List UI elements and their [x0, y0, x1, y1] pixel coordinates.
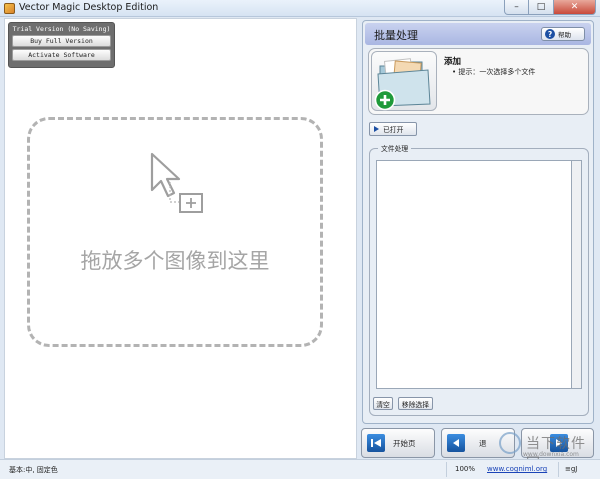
back-label: 退 — [479, 438, 487, 448]
remove-selected-button[interactable]: 移除选择 — [398, 397, 433, 410]
clear-button[interactable]: 清空 — [373, 397, 393, 410]
status-mode: 基本:中, 固定色 — [9, 466, 58, 474]
opened-button[interactable]: 已打开 — [369, 122, 417, 136]
file-list[interactable] — [376, 160, 572, 389]
watermark-url: www.downxia.com — [523, 451, 579, 458]
batch-panel: 批量处理 ? 帮助 添加 • 提示：一次选择多个文件 已打开 文件处理 清空 移 — [362, 20, 594, 424]
status-separator — [558, 462, 559, 477]
image-canvas[interactable]: Trial Version (No Saving) Buy Full Versi… — [4, 18, 357, 459]
cursor-with-plus-icon — [150, 152, 203, 213]
start-page-button[interactable]: 开始页 — [361, 428, 435, 458]
folder-add-icon — [374, 58, 431, 111]
drop-zone[interactable]: 拖放多个图像到这里 — [27, 117, 323, 347]
status-grip: ≡gJ — [565, 465, 578, 473]
minimize-button[interactable]: – — [504, 0, 529, 15]
start-page-label: 开始页 — [393, 438, 416, 448]
play-triangle-icon — [374, 126, 379, 132]
app-icon — [4, 3, 15, 14]
status-website-link[interactable]: www.cogniml.org — [487, 465, 547, 473]
drop-zone-text: 拖放多个图像到这里 — [80, 249, 270, 273]
trial-version-label: Trial Version (No Saving) — [12, 25, 111, 33]
file-list-scrollbar[interactable] — [572, 160, 582, 389]
activate-software-button[interactable]: Activate Software — [12, 49, 111, 61]
file-processing-legend: 文件处理 — [378, 143, 412, 153]
buy-full-version-button[interactable]: Buy Full Version — [12, 35, 111, 47]
add-hint-text: 提示：一次选择多个文件 — [458, 68, 536, 76]
help-icon: ? — [545, 29, 555, 39]
panel-title: 批量处理 — [374, 29, 418, 42]
first-page-icon — [367, 434, 385, 452]
watermark-logo — [499, 432, 521, 454]
add-hint: • 提示：一次选择多个文件 — [452, 68, 536, 76]
status-separator — [446, 462, 447, 477]
help-button[interactable]: ? 帮助 — [541, 27, 585, 41]
trial-panel: Trial Version (No Saving) Buy Full Versi… — [8, 22, 115, 68]
status-zoom: 100% — [455, 465, 476, 473]
help-label: 帮助 — [558, 31, 571, 39]
maximize-button[interactable]: □ — [529, 0, 554, 15]
opened-label: 已打开 — [383, 126, 404, 134]
back-arrow-icon — [447, 434, 465, 452]
add-title: 添加 — [444, 57, 462, 67]
title-bar: Vector Magic Desktop Edition – □ ✕ — [0, 0, 600, 17]
close-button[interactable]: ✕ — [554, 0, 596, 15]
file-processing-group: 文件处理 清空 移除选择 — [369, 143, 589, 416]
status-bar: 基本:中, 固定色 100% www.cogniml.org ≡gJ — [0, 459, 600, 479]
window-title: Vector Magic Desktop Edition — [19, 2, 159, 13]
panel-header: 批量处理 ? 帮助 — [365, 23, 591, 45]
add-files-card: 添加 • 提示：一次选择多个文件 — [368, 48, 589, 115]
window-controls: – □ ✕ — [504, 0, 596, 15]
add-files-button[interactable] — [371, 51, 437, 111]
